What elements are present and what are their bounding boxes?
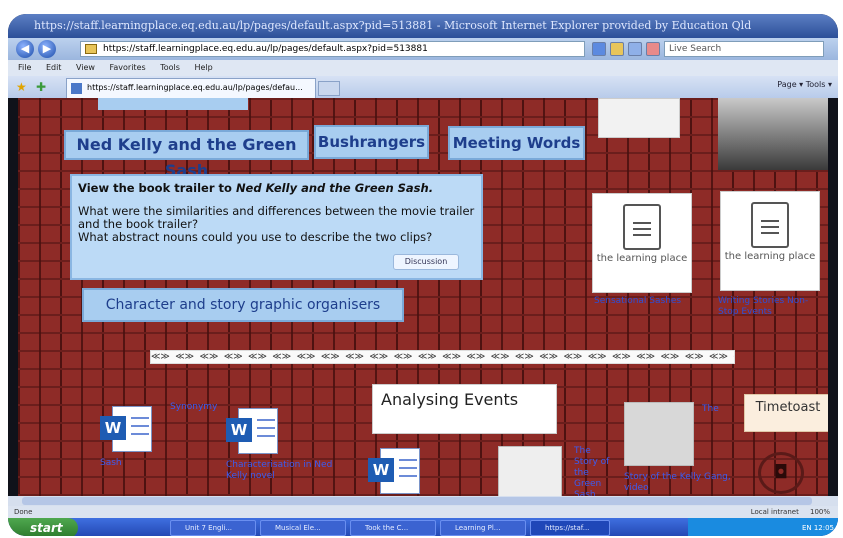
monitor-frame: https://staff.learningplace.eq.edu.au/lp… <box>8 14 838 536</box>
back-button[interactable]: ◀ <box>16 40 34 58</box>
page-content: Ned Kelly and the Green Sash Bushrangers… <box>18 98 828 496</box>
graphic-organisers-heading[interactable]: Character and story graphic organisers <box>82 288 404 322</box>
learning-place-card-2[interactable]: the learning place <box>720 191 820 291</box>
taskbar-item[interactable]: Musical Ele... <box>260 520 346 536</box>
learning-place-card-1[interactable]: the learning place <box>592 193 692 293</box>
bushrangers-button[interactable]: Bushrangers <box>314 125 429 159</box>
tab-bar: ★ ✚ https://staff.learningplace.eq.edu.a… <box>8 76 838 98</box>
taskbar-item[interactable]: Took the C... <box>350 520 436 536</box>
status-text: Done <box>14 508 33 516</box>
start-button[interactable]: start <box>8 518 78 536</box>
window-title: https://staff.learningplace.eq.edu.au/lp… <box>8 14 838 38</box>
characterisation-doc-link[interactable]: Characterisation in Ned Kelly novel <box>226 460 336 482</box>
address-text: https://staff.learningplace.eq.edu.au/lp… <box>103 44 428 54</box>
tab-learning-place[interactable]: https://staff.learningplace.eq.edu.au/lp… <box>66 78 316 98</box>
lock-icon[interactable] <box>610 42 624 56</box>
dropdown-icon[interactable] <box>592 42 606 56</box>
timetoast-button[interactable]: Timetoast <box>744 394 828 432</box>
top-image[interactable] <box>598 98 680 138</box>
menu-file[interactable]: File <box>18 63 31 72</box>
trailer-question-1: What were the similarities and differenc… <box>78 204 475 231</box>
scrollbar-thumb[interactable] <box>22 497 812 505</box>
windows-taskbar: start Unit 7 Engli... Musical Ele... Too… <box>8 518 838 536</box>
tab-favicon-icon <box>71 83 82 94</box>
menu-bar: File Edit View Favorites Tools Help <box>8 60 838 76</box>
status-zone: Local intranet 100% <box>751 506 830 518</box>
horizontal-scrollbar[interactable] <box>8 496 838 506</box>
taskbar-item-active[interactable]: https://staf... <box>530 520 610 536</box>
zoom-level[interactable]: 100% <box>810 508 830 516</box>
green-sash-story-link[interactable]: The Story of the Green Sash <box>574 446 614 496</box>
trailer-question-2: What abstract nouns could you use to des… <box>78 230 433 244</box>
new-tab-button[interactable] <box>318 81 340 96</box>
meeting-words-button[interactable]: Meeting Words <box>448 126 585 160</box>
decorative-divider: ≪≫ ≪≫ ≪≫ ≪≫ ≪≫ ≪≫ ≪≫ ≪≫ ≪≫ ≪≫ ≪≫ ≪≫ ≪≫ ≪… <box>150 350 735 364</box>
menu-help[interactable]: Help <box>194 63 212 72</box>
refresh-icon[interactable] <box>628 42 642 56</box>
menu-view[interactable]: View <box>76 63 95 72</box>
kelly-gang-thumbnail[interactable] <box>624 402 694 466</box>
menu-tools[interactable]: Tools <box>160 63 180 72</box>
word-doc-icon[interactable]: W <box>226 408 282 454</box>
zone-label: Local intranet <box>750 508 799 516</box>
sash-doc-link[interactable]: Sash <box>100 458 160 469</box>
trailer-heading: View the book trailer to Ned Kelly and t… <box>78 182 475 195</box>
system-tray: EN 12:05 <box>688 518 838 536</box>
word-doc-icon[interactable]: W <box>100 406 156 452</box>
menu-favorites[interactable]: Favorites <box>110 63 146 72</box>
tab-label: https://staff.learningplace.eq.edu.au/lp… <box>87 83 303 92</box>
ned-kelly-photo[interactable] <box>718 98 828 170</box>
menu-edit[interactable]: Edit <box>46 63 62 72</box>
status-bar: Done Local intranet 100% <box>8 506 838 518</box>
taskbar-item[interactable]: Unit 7 Engli... <box>170 520 256 536</box>
green-sash-thumbnail[interactable] <box>498 446 562 496</box>
page-icon <box>85 44 97 54</box>
address-toolbar: ◀ ▶ https://staff.learningplace.eq.edu.a… <box>8 38 838 60</box>
address-input[interactable]: https://staff.learningplace.eq.edu.au/lp… <box>80 41 585 57</box>
lp-logo-text: the learning place <box>596 253 688 264</box>
forward-button[interactable]: ▶ <box>38 40 56 58</box>
command-bar[interactable]: Page ▾ Tools ▾ <box>777 80 832 89</box>
lp-logo-text: the learning place <box>724 251 816 262</box>
favorites-star-icon[interactable]: ★ <box>16 80 27 94</box>
taskbar-item[interactable]: Learning Pl... <box>440 520 526 536</box>
discussion-button[interactable]: Discussion <box>393 254 459 270</box>
book-trailer-panel: View the book trailer to Ned Kelly and t… <box>70 174 483 280</box>
lp-card-1-label[interactable]: Sensational Sashes <box>594 296 694 307</box>
ned-kelly-helmet-icon[interactable]: ◘ <box>758 452 804 494</box>
kelly-gang-video-link[interactable]: Story of the Kelly Gang, video <box>624 472 744 494</box>
ned-kelly-button[interactable]: Ned Kelly and the Green Sash <box>64 130 309 180</box>
word-doc-icon[interactable]: W <box>368 448 424 494</box>
analysing-events-heading: Analysing Events <box>372 384 557 434</box>
the-link[interactable]: The <box>702 404 732 415</box>
lp-card-2-label[interactable]: Writing Stories Non-Stop Events <box>718 296 828 318</box>
synonymy-link[interactable]: Synonymy <box>170 402 217 413</box>
add-favorite-icon[interactable]: ✚ <box>36 80 46 94</box>
document-icon <box>623 204 661 250</box>
trailer-book-title[interactable]: Ned Kelly and the Green Sash. <box>236 181 433 195</box>
top-link-stub[interactable] <box>98 98 248 110</box>
stop-icon[interactable] <box>646 42 660 56</box>
search-input[interactable]: Live Search <box>664 41 824 57</box>
document-icon <box>751 202 789 248</box>
trailer-heading-prefix: View the book trailer to <box>78 181 236 195</box>
